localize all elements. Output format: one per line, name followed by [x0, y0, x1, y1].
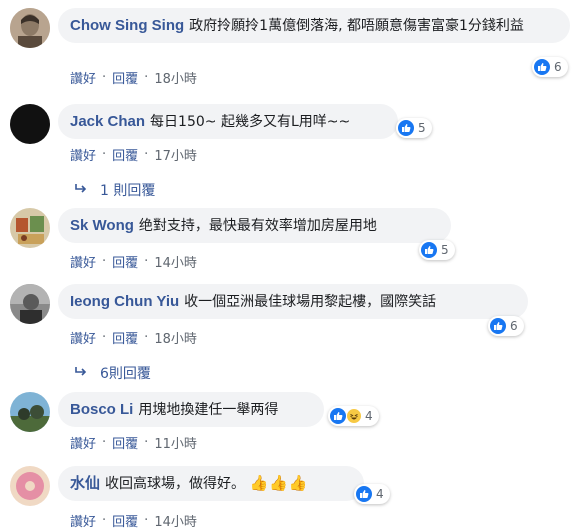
reply-button[interactable]: 回覆 — [112, 145, 138, 164]
reply-arrow-icon — [74, 365, 88, 381]
like-button[interactable]: 讚好 — [70, 252, 96, 271]
like-button[interactable]: 讚好 — [70, 433, 96, 452]
separator: · — [144, 435, 149, 450]
timestamp[interactable]: 11小時 — [154, 433, 197, 452]
comment-actions: 讚好 · 回覆 · 14小時 — [70, 252, 197, 271]
reaction-summary[interactable]: 4 — [354, 484, 390, 504]
reaction-count: 4 — [376, 487, 384, 501]
comment-text: 收回高球場，做得好。 — [105, 476, 246, 492]
comment-bubble: 水仙 收回高球場，做得好。 👍👍👍 — [58, 466, 364, 501]
timestamp[interactable]: 17小時 — [154, 145, 197, 164]
timestamp[interactable]: 14小時 — [154, 252, 197, 271]
reaction-summary[interactable]: 5 — [396, 118, 432, 138]
like-icon — [421, 242, 437, 258]
comment-text: 每日150~ 起幾多又有L用咩~~ — [150, 114, 351, 130]
timestamp[interactable]: 14小時 — [154, 511, 197, 530]
reply-button[interactable]: 回覆 — [112, 433, 138, 452]
comment-actions: 讚好 · 回覆 · 14小時 — [70, 511, 197, 530]
like-button[interactable]: 讚好 — [70, 145, 96, 164]
avatar[interactable] — [10, 104, 50, 144]
comment-bubble: Sk Wong 绝對支持，最快最有效率增加房屋用地 — [58, 208, 451, 243]
comment-bubble: Ieong Chun Yiu 收一個亞洲最佳球場用黎起樓，國際笑話 — [58, 284, 528, 319]
reaction-count: 5 — [418, 121, 426, 135]
comment-actions: 讚好 · 回覆 · 11小時 — [70, 433, 197, 452]
reply-button[interactable]: 回覆 — [112, 511, 138, 530]
like-icon — [534, 59, 550, 75]
comment-bubble: Jack Chan 每日150~ 起幾多又有L用咩~~ — [58, 104, 398, 139]
separator: · — [102, 70, 107, 85]
timestamp[interactable]: 18小時 — [154, 328, 197, 347]
like-icon — [490, 318, 506, 334]
comment-author[interactable]: Ieong Chun Yiu — [70, 293, 179, 310]
comment-actions: 讚好 · 回覆 · 17小時 — [70, 145, 197, 164]
like-button[interactable]: 讚好 — [70, 511, 96, 530]
replies-count[interactable]: 6則回覆 — [100, 363, 151, 383]
reaction-count: 5 — [441, 243, 449, 257]
haha-icon — [346, 408, 362, 424]
comment-text: 绝對支持，最快最有效率增加房屋用地 — [138, 218, 377, 234]
timestamp[interactable]: 18小時 — [154, 68, 197, 87]
comment-text: 政府拎願拎1萬億倒落海, 都唔願意傷害富豪1分錢利益 — [189, 18, 524, 34]
separator: · — [102, 513, 107, 528]
reply-button[interactable]: 回覆 — [112, 328, 138, 347]
comment-bubble: Chow Sing Sing 政府拎願拎1萬億倒落海, 都唔願意傷害富豪1分錢利益 — [58, 8, 570, 43]
like-button[interactable]: 讚好 — [70, 328, 96, 347]
avatar[interactable] — [10, 208, 50, 248]
separator: · — [144, 330, 149, 345]
separator: · — [144, 70, 149, 85]
reaction-summary[interactable]: 5 — [419, 240, 455, 260]
like-button[interactable]: 讚好 — [70, 68, 96, 87]
reaction-summary[interactable]: 6 — [532, 57, 568, 77]
comment-actions: 讚好 · 回覆 · 18小時 — [70, 328, 197, 347]
like-icon — [398, 120, 414, 136]
comment-author[interactable]: Bosco Li — [70, 401, 133, 418]
view-replies-link[interactable]: 6則回覆 — [74, 363, 151, 383]
reaction-count: 4 — [365, 409, 373, 423]
comment-author[interactable]: Jack Chan — [70, 113, 145, 130]
reply-button[interactable]: 回覆 — [112, 252, 138, 271]
separator: · — [102, 435, 107, 450]
separator: · — [144, 513, 149, 528]
avatar[interactable] — [10, 284, 50, 324]
comment-author[interactable]: 水仙 — [70, 475, 100, 492]
avatar[interactable] — [10, 392, 50, 432]
comment-bubble: Bosco Li 用塊地換建任一舉两得 — [58, 392, 324, 427]
like-icon — [356, 486, 372, 502]
separator: · — [102, 330, 107, 345]
comment-text: 收一個亞洲最佳球場用黎起樓，國際笑話 — [184, 294, 437, 310]
separator: · — [144, 147, 149, 162]
separator: · — [102, 147, 107, 162]
reaction-summary[interactable]: 6 — [488, 316, 524, 336]
avatar[interactable] — [10, 8, 50, 48]
reply-button[interactable]: 回覆 — [112, 68, 138, 87]
replies-count[interactable]: 1 則回覆 — [100, 180, 155, 200]
thumbs-up-emoji: 👍👍👍 — [249, 474, 309, 492]
comment-author[interactable]: Sk Wong — [70, 217, 134, 234]
separator: · — [144, 254, 149, 269]
like-icon — [330, 408, 346, 424]
reaction-count: 6 — [510, 319, 518, 333]
comment-actions: 讚好 · 回覆 · 18小時 — [70, 68, 197, 87]
reply-arrow-icon — [74, 182, 88, 198]
comment-author[interactable]: Chow Sing Sing — [70, 17, 184, 34]
comment-text: 用塊地換建任一舉两得 — [138, 402, 279, 418]
view-replies-link[interactable]: 1 則回覆 — [74, 180, 155, 200]
reaction-summary[interactable]: 4 — [328, 406, 379, 426]
reaction-count: 6 — [554, 60, 562, 74]
separator: · — [102, 254, 107, 269]
avatar[interactable] — [10, 466, 50, 506]
